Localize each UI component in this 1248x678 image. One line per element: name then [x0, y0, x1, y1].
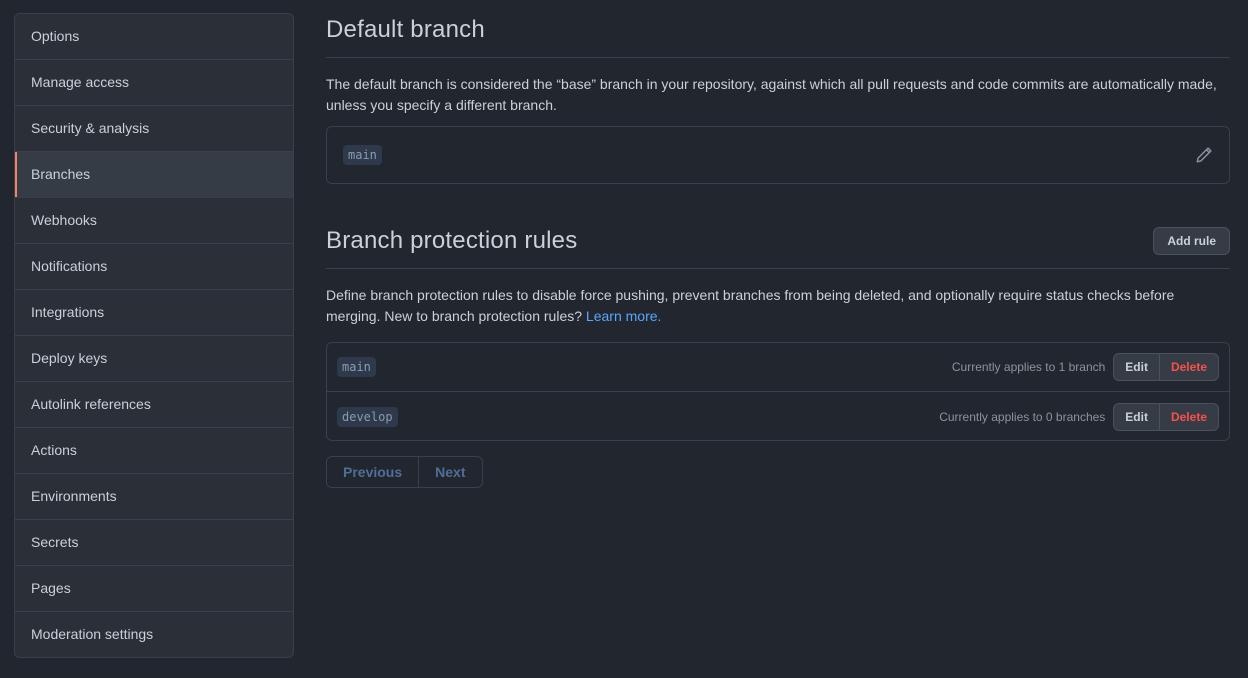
add-rule-button[interactable]: Add rule [1153, 227, 1230, 255]
edit-rule-button[interactable]: Edit [1113, 353, 1160, 381]
sidebar-item-secrets[interactable]: Secrets [15, 520, 293, 566]
rule-applies-text: Currently applies to 0 branches [939, 409, 1106, 424]
default-branch-box: main [326, 126, 1230, 184]
delete-rule-button[interactable]: Delete [1159, 353, 1219, 381]
rule-actions: Currently applies to 0 branches Edit Del… [939, 402, 1219, 431]
delete-rule-button[interactable]: Delete [1159, 402, 1219, 431]
pagination: Previous Next [326, 456, 483, 488]
sidebar-item-options[interactable]: Options [15, 14, 293, 60]
sidebar-item-notifications[interactable]: Notifications [15, 244, 293, 290]
sidebar-item-manage-access[interactable]: Manage access [15, 60, 293, 106]
sidebar-item-integrations[interactable]: Integrations [15, 290, 293, 336]
learn-more-link[interactable]: Learn more. [586, 308, 661, 324]
sidebar-item-actions[interactable]: Actions [15, 428, 293, 474]
sidebar-item-pages[interactable]: Pages [15, 566, 293, 612]
sidebar-item-security-analysis[interactable]: Security & analysis [15, 106, 293, 152]
default-branch-title: Default branch [326, 15, 485, 43]
rule-row: develop Currently applies to 0 branches … [327, 392, 1229, 440]
sidebar-item-autolink-references[interactable]: Autolink references [15, 382, 293, 428]
rule-pattern: develop [337, 406, 398, 427]
settings-page: Options Manage access Security & analysi… [0, 0, 1248, 678]
rule-button-group: Edit Delete [1113, 402, 1219, 431]
default-branch-header: Default branch [326, 0, 1230, 58]
protection-description-text: Define branch protection rules to disabl… [326, 287, 1175, 324]
default-branch-description: The default branch is considered the “ba… [326, 76, 1217, 113]
rule-row: main Currently applies to 1 branch Edit … [327, 343, 1229, 392]
rule-pattern: main [337, 357, 376, 377]
edit-rule-button[interactable]: Edit [1113, 402, 1160, 431]
default-branch-name: main [343, 145, 382, 165]
previous-page-button[interactable]: Previous [327, 457, 418, 487]
sidebar-item-deploy-keys[interactable]: Deploy keys [15, 336, 293, 382]
sidebar-item-branches[interactable]: Branches [15, 152, 293, 198]
settings-sidebar: Options Manage access Security & analysi… [14, 13, 294, 658]
rule-button-group: Edit Delete [1113, 353, 1219, 381]
rule-applies-text: Currently applies to 1 branch [951, 360, 1106, 374]
rule-actions: Currently applies to 1 branch Edit Delet… [952, 353, 1219, 381]
sidebar-item-webhooks[interactable]: Webhooks [15, 198, 293, 244]
protection-rules-list: main Currently applies to 1 branch Edit … [326, 342, 1230, 441]
next-page-button[interactable]: Next [418, 457, 481, 487]
protection-title: Branch protection rules [326, 227, 578, 254]
sidebar-item-moderation-settings[interactable]: Moderation settings [15, 612, 293, 657]
sidebar-item-environments[interactable]: Environments [15, 474, 293, 520]
pencil-icon[interactable] [1195, 146, 1213, 164]
protection-description: Define branch protection rules to disabl… [326, 285, 1230, 327]
protection-header: Branch protection rules Add rule [326, 214, 1230, 269]
